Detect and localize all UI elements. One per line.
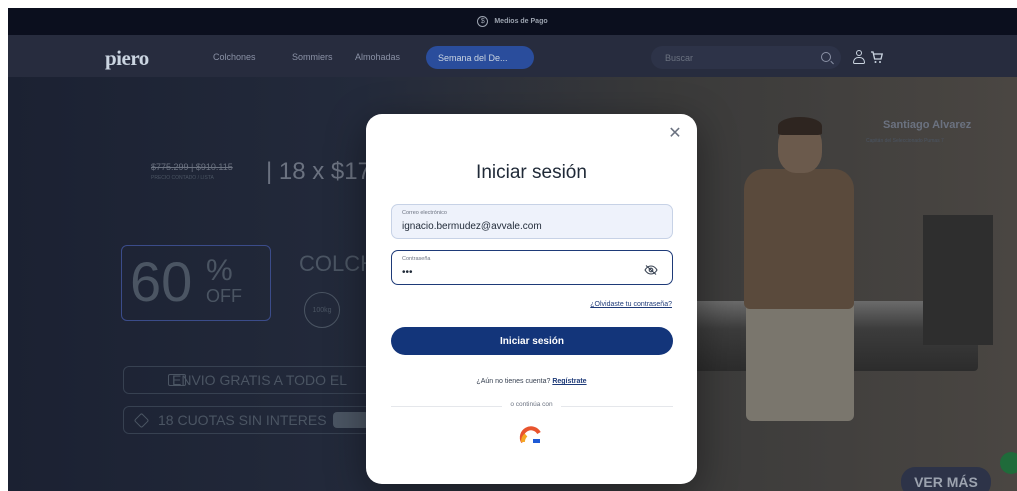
hero-product-title: COLCH xyxy=(299,251,377,276)
ver-mas-button[interactable]: VER MÁS xyxy=(901,467,991,491)
search-icon[interactable] xyxy=(821,52,831,62)
google-icon xyxy=(519,426,541,443)
installments-banner: 18 CUOTAS SIN INTERES xyxy=(123,406,373,434)
password-label: Contraseña xyxy=(402,256,431,262)
hero-price-old: $775.299 | $910.115 xyxy=(151,162,233,172)
athlete-title: Capitán del Seleccionado Pumas 7 xyxy=(866,138,944,144)
login-button[interactable]: Iniciar sesión xyxy=(391,327,673,355)
modal-title: Iniciar sesión xyxy=(476,162,587,183)
nav-sommiers[interactable]: Sommiers xyxy=(292,52,333,62)
cart-icon[interactable] xyxy=(870,50,884,64)
truck-icon xyxy=(168,374,186,386)
site-header: piero Colchones Sommiers Almohadas Seman… xyxy=(8,35,1017,77)
browser-viewport: $ Medios de Pago piero Colchones Sommier… xyxy=(8,8,1017,491)
login-modal: ✕ Iniciar sesión Correo electrónico Cont… xyxy=(366,114,697,484)
google-login-button[interactable] xyxy=(517,422,545,450)
register-prompt: ¿Aún no tienes cuenta? Regístrate xyxy=(366,378,697,385)
or-continue-text: o continúa con xyxy=(366,401,697,408)
discount-number: 60 xyxy=(130,250,193,313)
product-box-image xyxy=(923,215,993,345)
nav-semana-del-descanso[interactable]: Semana del De... xyxy=(426,46,534,69)
free-shipping-text: ENVIO GRATIS A TODO EL xyxy=(172,372,348,388)
forgot-password-link[interactable]: ¿Olvidaste tu contraseña? xyxy=(590,301,672,308)
athlete-image xyxy=(726,117,866,461)
nav-colchones[interactable]: Colchones xyxy=(213,52,256,62)
or-continue-label: o continúa con xyxy=(502,401,561,408)
eye-slash-icon[interactable] xyxy=(644,262,658,275)
nav-almohadas[interactable]: Almohadas xyxy=(355,52,400,62)
user-icon[interactable] xyxy=(853,50,865,64)
weight-badge: 100kg xyxy=(304,292,340,328)
password-input[interactable]: ••• xyxy=(402,267,622,278)
payment-icon: $ xyxy=(477,16,489,27)
hero-cuotas: | 18 x $17 xyxy=(266,158,371,185)
email-input[interactable] xyxy=(402,221,622,232)
installments-text: 18 CUOTAS SIN INTERES xyxy=(158,412,327,428)
discount-percent: % xyxy=(206,254,233,287)
search-input[interactable]: Buscar xyxy=(651,46,841,69)
whatsapp-icon[interactable] xyxy=(1000,452,1017,474)
discount-badge: 60 % OFF xyxy=(121,245,271,321)
payment-methods-link[interactable]: Medios de Pago xyxy=(494,18,547,25)
password-field[interactable]: Contraseña ••• xyxy=(391,250,673,285)
card-logo xyxy=(333,412,369,428)
athlete-name: Santiago Alvarez xyxy=(883,119,972,131)
tag-icon xyxy=(133,412,150,429)
email-field[interactable]: Correo electrónico xyxy=(391,204,673,239)
piero-logo[interactable]: piero xyxy=(105,46,149,71)
free-shipping-banner: ENVIO GRATIS A TODO EL xyxy=(123,366,373,394)
email-label: Correo electrónico xyxy=(402,210,447,216)
search-placeholder: Buscar xyxy=(665,52,694,63)
register-link[interactable]: Regístrate xyxy=(552,378,586,385)
hero-price-sub: PRECIO CONTADO / LISTA xyxy=(151,175,214,181)
close-icon[interactable]: ✕ xyxy=(667,126,683,142)
no-account-text: ¿Aún no tienes cuenta? xyxy=(476,378,551,385)
top-bar: $ Medios de Pago xyxy=(8,8,1017,35)
discount-off: OFF xyxy=(206,286,242,306)
